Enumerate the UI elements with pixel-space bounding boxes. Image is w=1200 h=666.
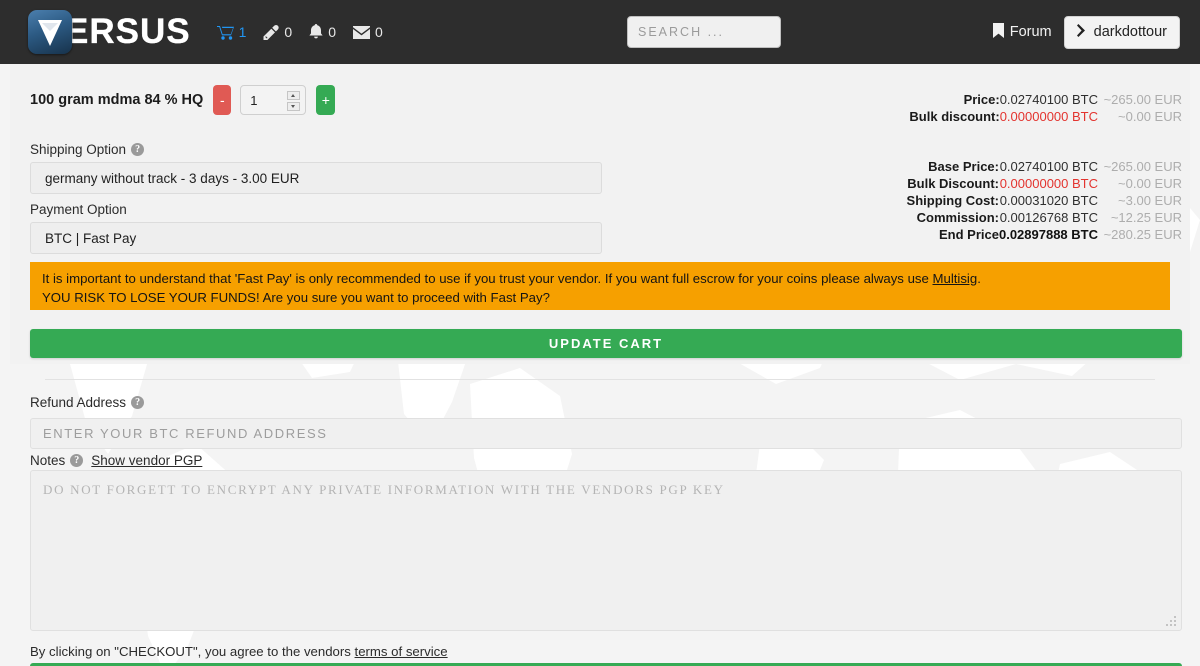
cart-item-name: 100 gram mdma 84 % HQ [30,92,204,108]
quantity-stepper [240,85,307,115]
bell-counter[interactable]: 0 [309,24,336,40]
envelope-counter-value: 0 [374,24,383,40]
refund-address-input[interactable] [30,418,1182,449]
price-row-btc: 0.00000000 BTC [999,109,1098,124]
price-row: Base Price: 0.02740100 BTC ~265.00 EUR [907,158,1182,175]
warning-line-1-text: It is important to understand that 'Fast… [42,271,933,286]
price-row-label: Bulk Discount: [907,176,999,191]
price-row-btc: 0.02740100 BTC [999,159,1098,174]
user-account-button[interactable]: darkdottour [1063,15,1180,49]
decrement-quantity-button[interactable]: - [213,85,232,115]
site-logo[interactable]: ERSUS [28,10,191,54]
quantity-spinner-up[interactable] [287,91,301,100]
cart-counter[interactable]: 1 [216,24,247,40]
search-container [627,16,781,48]
notes-label: Notes ? Show vendor PGP [30,453,202,468]
price-row-eur: ~12.25 EUR [1110,210,1182,225]
price-row: Shipping Cost: 0.00031020 BTC ~3.00 EUR [907,192,1182,209]
help-icon[interactable]: ? [131,396,145,409]
warning-line-2: YOU RISK TO LOSE YOUR FUNDS! Are you sur… [42,290,550,305]
price-summary-top: Price: 0.02740100 BTC ~265.00 EUR Bulk d… [909,91,1182,125]
bookmark-icon [992,22,1004,42]
price-row-btc: 0.02897888 BTC [998,227,1098,242]
top-navigation-bar: ERSUS 1 0 0 0 SEARCH ... Forum darkdotto… [0,0,1200,64]
terms-of-service-link[interactable]: terms of service [355,644,448,659]
header-counters: 1 0 0 0 [216,24,383,40]
envelope-counter[interactable]: 0 [352,24,383,40]
price-row: Price: 0.02740100 BTC ~265.00 EUR [909,91,1182,108]
price-row-label: Base Price: [928,159,999,174]
quantity-input[interactable] [241,91,284,109]
username-label: darkdottour [1093,24,1167,40]
terms-notice-text: By clicking on "CHECKOUT", you agree to … [30,644,355,659]
terms-notice: By clicking on "CHECKOUT", you agree to … [30,644,448,659]
refund-address-label: Refund Address ? [30,395,145,410]
price-row-eur: ~265.00 EUR [1103,159,1182,174]
price-row: Commission: 0.00126768 BTC ~12.25 EUR [907,209,1182,226]
refund-address-label-text: Refund Address [30,395,127,410]
payment-option-label-text: Payment Option [30,202,127,217]
update-cart-button[interactable]: UPDATE CART [30,329,1182,358]
search-input[interactable] [627,16,781,48]
payment-option-select[interactable]: BTC | Fast Pay [30,222,602,254]
cart-item-row: 100 gram mdma 84 % HQ - + [30,85,336,115]
forum-link-label: Forum [1009,24,1052,40]
site-logo-text: ERSUS [65,12,191,51]
help-icon[interactable]: ? [70,454,84,467]
ticket-counter[interactable]: 0 [263,24,292,40]
price-row-btc: 0.00126768 BTC [999,210,1098,225]
notes-label-text: Notes [30,453,66,468]
price-summary-bottom: Base Price: 0.02740100 BTC ~265.00 EUR B… [907,158,1182,243]
fast-pay-warning-banner: It is important to understand that 'Fast… [30,262,1170,310]
price-row-eur: ~3.00 EUR [1118,193,1182,208]
quantity-spinner-down[interactable] [287,102,301,111]
warning-line-1-suffix: . [977,271,981,286]
page-root: ERSUS 1 0 0 0 SEARCH ... Forum darkdotto… [0,0,1200,666]
price-row-btc: 0.00031020 BTC [999,193,1098,208]
notes-textarea[interactable] [30,470,1182,631]
price-row-eur: ~0.00 EUR [1118,109,1182,124]
shipping-option-label-text: Shipping Option [30,142,127,157]
price-row-label: Shipping Cost: [906,193,999,208]
price-row: Bulk Discount: 0.00000000 BTC ~0.00 EUR [907,175,1182,192]
ticket-counter-value: 0 [284,24,293,40]
versus-v-logo-icon [28,10,72,54]
warning-line-1: It is important to understand that 'Fast… [42,269,1158,288]
bell-counter-value: 0 [328,24,336,40]
quantity-spinner[interactable] [287,91,301,111]
price-row-label: End Price [939,227,999,242]
shipping-option-label: Shipping Option ? [30,142,145,157]
payment-option-label: Payment Option [30,202,127,217]
price-row-btc: 0.00000000 BTC [999,176,1098,191]
price-row-eur: ~280.25 EUR [1103,227,1182,242]
help-icon[interactable]: ? [131,143,145,156]
multisig-link[interactable]: Multisig [933,271,978,286]
cart-counter-value: 1 [238,24,247,40]
chevron-right-icon [1076,23,1086,41]
textarea-resize-grip[interactable] [1166,616,1178,628]
price-row-label: Commission: [916,210,999,225]
section-divider [45,379,1155,380]
price-row-label: Bulk discount: [909,109,1000,124]
price-row-eur: ~0.00 EUR [1118,176,1182,191]
show-vendor-pgp-link[interactable]: Show vendor PGP [91,453,202,468]
shipping-option-select[interactable]: germany without track - 3 days - 3.00 EU… [30,162,602,194]
price-row: End Price 0.02897888 BTC ~280.25 EUR [907,226,1182,243]
price-row-eur: ~265.00 EUR [1103,92,1182,107]
forum-link[interactable]: Forum [992,22,1052,42]
price-row: Bulk discount: 0.00000000 BTC ~0.00 EUR [909,108,1182,125]
price-row-btc: 0.02740100 BTC [999,92,1098,107]
header-right-actions: Forum darkdottour [992,0,1180,64]
price-row-label: Price: [963,92,1000,107]
increment-quantity-button[interactable]: + [316,85,336,115]
